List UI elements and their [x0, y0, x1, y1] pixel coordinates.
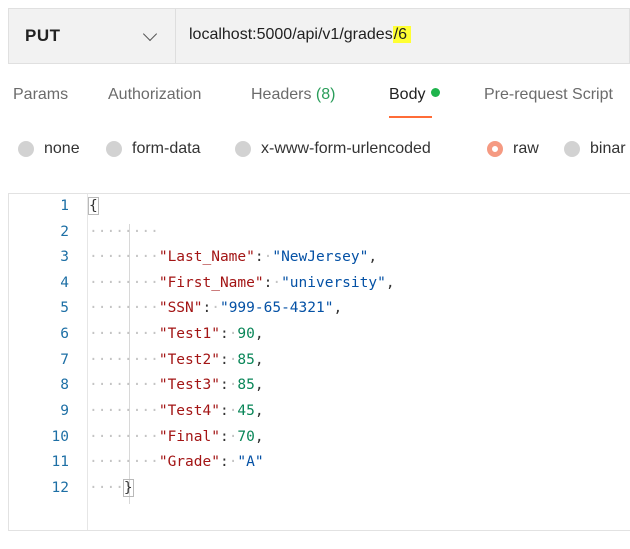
tab-params-label: Params — [13, 86, 69, 103]
active-tab-underline — [389, 116, 432, 118]
line-number: 10 — [51, 429, 69, 445]
json-key: "First_Name" — [158, 275, 264, 291]
body-indicator-dot-icon — [431, 88, 441, 97]
json-value: "999-65-4321" — [219, 300, 334, 316]
url-text: localhost:5000/api/v1/grades — [189, 26, 393, 43]
code-editor[interactable]: 1 2 3 4 5 6 7 8 9 10 11 12 { ········ ··… — [8, 193, 630, 531]
radio-selected-icon — [487, 141, 503, 157]
radio-form-data[interactable]: form-data — [106, 140, 200, 158]
radio-none-label: none — [44, 140, 80, 157]
radio-x-www-form-urlencoded[interactable]: x-www-form-urlencoded — [235, 140, 431, 158]
json-value: "A" — [237, 454, 264, 470]
json-value: "university" — [281, 275, 386, 291]
line-number: 11 — [51, 454, 69, 470]
tab-authorization-label: Authorization — [108, 86, 202, 103]
tab-body-label: Body — [389, 86, 426, 103]
line-number: 2 — [60, 224, 69, 240]
tab-headers[interactable]: Headers (8) — [251, 86, 335, 104]
json-key: "Grade" — [158, 454, 220, 470]
json-value: 90 — [237, 326, 255, 342]
chevron-down-icon — [142, 26, 158, 42]
json-value: 70 — [237, 429, 255, 445]
json-key: "Test1" — [158, 326, 220, 342]
line-number: 4 — [60, 275, 69, 291]
line-number: 9 — [60, 403, 69, 419]
tab-authorization[interactable]: Authorization — [108, 86, 201, 104]
code-line: ········"First_Name":·"university", — [89, 275, 395, 291]
close-brace: } — [122, 479, 134, 497]
line-number: 6 — [60, 326, 69, 342]
url-input[interactable]: localhost:5000/api/v1/grades/6 — [189, 26, 412, 44]
tab-pre-request-label: Pre-request Script — [484, 86, 613, 103]
line-number: 8 — [60, 377, 69, 393]
method-label: PUT — [25, 26, 61, 45]
json-key: "Test3" — [158, 377, 220, 393]
line-number: 12 — [51, 480, 69, 496]
code-line: ····} — [89, 479, 134, 497]
radio-binary[interactable]: binar — [564, 140, 626, 158]
tab-pre-request-script[interactable]: Pre-request Script — [484, 86, 613, 104]
line-number: 1 — [60, 198, 69, 214]
json-key: "Test2" — [158, 352, 220, 368]
code-line: ········"Grade":·"A" — [89, 454, 264, 470]
code-line: ········"Last_Name":·"NewJersey", — [89, 249, 378, 265]
headers-count-badge: (8) — [315, 86, 336, 103]
code-line: ········"Test3":·85, — [89, 377, 264, 393]
code-line: ········"Final":·70, — [89, 429, 264, 445]
json-value: "NewJersey" — [272, 249, 369, 265]
request-tabs: Params Authorization Headers (8) Body Pr… — [0, 86, 630, 120]
method-select[interactable]: PUT — [9, 9, 176, 63]
line-number: 5 — [60, 300, 69, 316]
line-number: 7 — [60, 352, 69, 368]
radio-none[interactable]: none — [18, 140, 80, 158]
radio-circle-icon — [106, 141, 122, 157]
json-value: 85 — [237, 377, 255, 393]
code-line: ········"Test2":·85, — [89, 352, 264, 368]
code-line: ········"Test1":·90, — [89, 326, 264, 342]
json-value: 45 — [237, 403, 255, 419]
code-line: { — [88, 197, 99, 215]
radio-raw[interactable]: raw — [487, 140, 539, 158]
radio-circle-icon — [18, 141, 34, 157]
request-url-bar: PUT localhost:5000/api/v1/grades/6 — [8, 8, 630, 64]
line-number: 3 — [60, 249, 69, 265]
json-key: "SSN" — [158, 300, 203, 316]
radio-circle-icon — [564, 141, 580, 157]
code-content: { ········ ········"Last_Name":·"NewJers… — [88, 194, 630, 530]
json-key: "Last_Name" — [158, 249, 255, 265]
body-type-options: none form-data x-www-form-urlencoded raw… — [0, 140, 630, 164]
radio-form-data-label: form-data — [132, 140, 201, 157]
json-key: "Test4" — [158, 403, 220, 419]
radio-circle-icon — [235, 141, 251, 157]
radio-urlencoded-label: x-www-form-urlencoded — [261, 140, 431, 157]
radio-raw-label: raw — [513, 140, 539, 157]
json-value: 85 — [237, 352, 255, 368]
url-highlight: /6 — [392, 26, 412, 43]
radio-binary-label: binar — [590, 140, 626, 157]
line-number-gutter: 1 2 3 4 5 6 7 8 9 10 11 12 — [9, 194, 88, 530]
tab-params[interactable]: Params — [13, 86, 68, 104]
code-line: ········"SSN":·"999-65-4321", — [89, 300, 343, 316]
tab-headers-label: Headers — [251, 86, 316, 103]
code-line: ········ — [89, 224, 159, 240]
code-line: ········"Test4":·45, — [89, 403, 264, 419]
tab-body[interactable]: Body — [389, 86, 441, 104]
json-key: "Final" — [158, 429, 220, 445]
open-brace: { — [88, 197, 99, 215]
